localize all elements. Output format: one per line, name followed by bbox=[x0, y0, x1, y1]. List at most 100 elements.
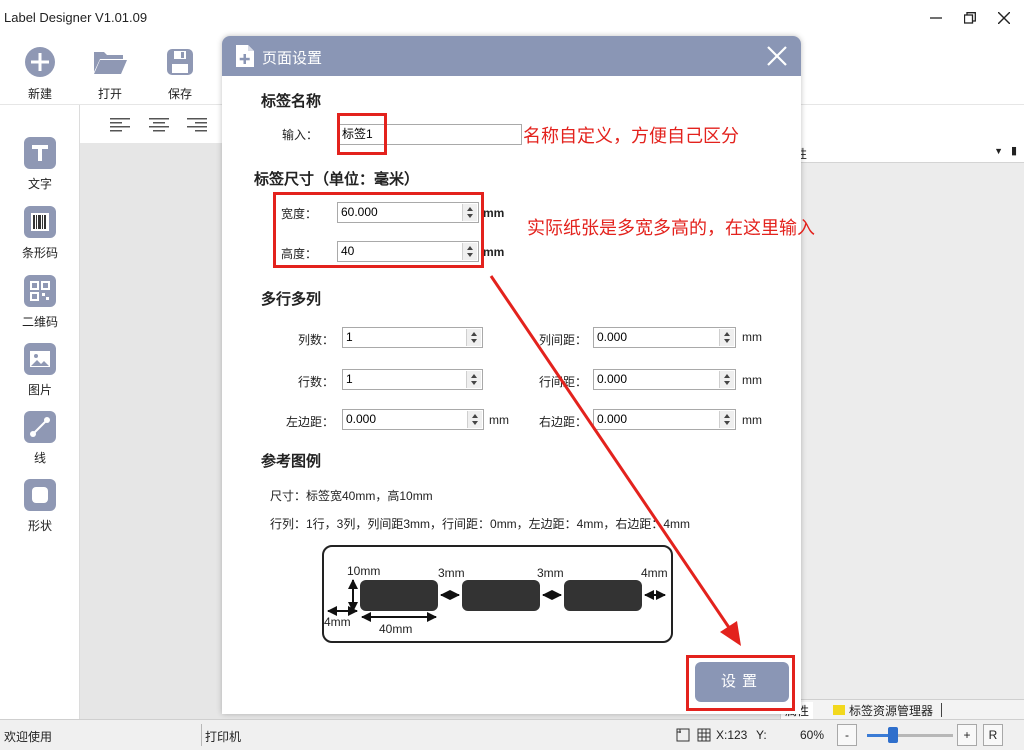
dialog-title: 页面设置 bbox=[262, 50, 323, 67]
dim-10mm: 10mm bbox=[347, 564, 381, 578]
cols-stepper[interactable]: 1 bbox=[342, 327, 483, 348]
plus-icon bbox=[25, 47, 55, 77]
cols-spin-arrows[interactable] bbox=[466, 329, 481, 346]
barcode-tool-button[interactable]: 条形码 bbox=[18, 206, 62, 261]
properties-panel-header: 性 ▼ ▮ bbox=[781, 143, 1024, 163]
right-margin-unit: mm bbox=[742, 413, 762, 427]
title-bar: Label Designer V1.01.09 bbox=[0, 0, 1024, 36]
status-divider bbox=[201, 724, 202, 746]
rows-stepper[interactable]: 1 bbox=[342, 369, 483, 390]
col-gap-unit: mm bbox=[742, 330, 762, 344]
reference-section-title: 参考图例 bbox=[261, 453, 322, 470]
dim-4mm-right: 4mm bbox=[641, 566, 668, 580]
annotation-name-note: 名称自定义，方便自己区分 bbox=[523, 126, 739, 146]
row-gap-value: 0.000 bbox=[597, 372, 628, 386]
col-gap-value: 0.000 bbox=[597, 330, 628, 344]
height-unit: mm bbox=[483, 245, 505, 259]
zoom-slider-thumb[interactable] bbox=[888, 727, 898, 743]
sample-label-2 bbox=[462, 580, 540, 611]
rows-spin-arrows[interactable] bbox=[466, 371, 481, 388]
rows-label: 行数： bbox=[298, 375, 335, 389]
open-button[interactable]: 打开 bbox=[90, 46, 130, 102]
close-icon[interactable] bbox=[765, 44, 789, 68]
properties-panel: 性 ▼ ▮ 属性 标签资源管理器 bbox=[780, 143, 1024, 719]
shape-icon bbox=[24, 479, 56, 511]
grid-icon[interactable] bbox=[697, 728, 711, 742]
dialog-header: 页面设置 bbox=[222, 36, 801, 76]
grid-section-title: 多行多列 bbox=[261, 291, 322, 308]
app-title: Label Designer V1.01.09 bbox=[4, 10, 148, 25]
close-window-button[interactable] bbox=[992, 6, 1016, 30]
sample-label-1 bbox=[360, 580, 438, 611]
image-tool-button[interactable]: 图片 bbox=[18, 343, 62, 398]
resource-tab-icon bbox=[833, 705, 845, 715]
col-gap-stepper[interactable]: 0.000 bbox=[593, 327, 736, 348]
panel-tabs: 属性 标签资源管理器 bbox=[781, 699, 1024, 719]
col-gap-label: 列间距： bbox=[539, 333, 588, 347]
zoom-reset-button[interactable]: R bbox=[983, 724, 1003, 746]
line-tool-label: 线 bbox=[33, 451, 46, 465]
right-margin-stepper[interactable]: 0.000 bbox=[593, 409, 736, 430]
tab-resources[interactable]: 标签资源管理器 bbox=[849, 702, 933, 719]
zoom-out-button[interactable]: - bbox=[837, 724, 857, 746]
left-margin-spin-arrows[interactable] bbox=[467, 411, 482, 428]
name-label: 输入： bbox=[282, 128, 319, 142]
barcode-tool-label: 条形码 bbox=[21, 246, 58, 260]
right-margin-spin-arrows[interactable] bbox=[719, 411, 734, 428]
save-label: 保存 bbox=[167, 87, 192, 101]
left-margin-value: 0.000 bbox=[346, 412, 377, 426]
image-icon bbox=[24, 343, 56, 375]
dim-40mm: 40mm bbox=[379, 622, 413, 636]
close-icon bbox=[998, 12, 1010, 24]
coord-y: Y: bbox=[756, 728, 767, 742]
align-center-icon[interactable] bbox=[149, 117, 169, 133]
cols-label: 列数： bbox=[298, 333, 335, 347]
text-tool-button[interactable]: 文字 bbox=[18, 137, 62, 192]
align-left-icon[interactable] bbox=[110, 117, 130, 133]
dim-3mm-first: 3mm bbox=[438, 566, 465, 580]
qrcode-tool-label: 二维码 bbox=[21, 315, 58, 329]
left-margin-stepper[interactable]: 0.000 bbox=[342, 409, 484, 430]
zoom-percent: 60% bbox=[800, 728, 825, 742]
reference-diagram-drawing bbox=[327, 579, 666, 622]
ruler-icon[interactable] bbox=[676, 728, 690, 742]
text-icon bbox=[24, 137, 56, 169]
element-sidebar: 文字 条形码 二维码 图片 线 形状 bbox=[0, 105, 80, 719]
dim-4mm-left: 4mm bbox=[324, 615, 351, 629]
qrcode-tool-button[interactable]: 二维码 bbox=[18, 275, 62, 330]
restore-icon bbox=[964, 12, 976, 24]
name-section-title: 标签名称 bbox=[261, 93, 322, 110]
text-tool-label: 文字 bbox=[27, 177, 52, 191]
right-margin-label: 右边距： bbox=[539, 415, 588, 429]
panel-dropdown-icon[interactable]: ▼ bbox=[994, 146, 1003, 156]
reference-diagram: 10mm 3mm 3mm 4mm 4mm 40mm bbox=[322, 545, 673, 643]
annotation-box-size bbox=[273, 192, 484, 268]
pin-icon[interactable]: ▮ bbox=[1011, 144, 1017, 157]
qrcode-icon bbox=[24, 275, 56, 307]
dim-3mm-second: 3mm bbox=[537, 566, 564, 580]
right-margin-value: 0.000 bbox=[597, 412, 628, 426]
minimize-button[interactable] bbox=[924, 6, 948, 30]
open-label: 打开 bbox=[97, 87, 122, 101]
reference-layout-text: 行列：1行，3列，列间距3mm，行间距：0mm，左边距：4mm，右边距：4mm bbox=[270, 517, 691, 531]
shape-tool-button[interactable]: 形状 bbox=[18, 479, 62, 534]
zoom-in-button[interactable]: + bbox=[957, 724, 977, 746]
welcome-text: 欢迎使用 bbox=[4, 730, 53, 744]
folder-open-icon bbox=[94, 52, 127, 74]
row-gap-stepper[interactable]: 0.000 bbox=[593, 369, 736, 390]
minimize-icon bbox=[930, 17, 942, 19]
restore-button[interactable] bbox=[958, 6, 982, 30]
left-margin-label: 左边距： bbox=[286, 415, 335, 429]
shape-tool-label: 形状 bbox=[27, 519, 52, 533]
status-bar: 欢迎使用 打印机 X:123 Y: 60% - + R bbox=[0, 719, 1024, 750]
save-button[interactable]: 保存 bbox=[160, 46, 200, 102]
annotation-box-name bbox=[337, 113, 387, 155]
sample-label-3 bbox=[564, 580, 642, 611]
align-right-icon[interactable] bbox=[187, 117, 207, 133]
image-tool-label: 图片 bbox=[27, 383, 52, 397]
line-tool-button[interactable]: 线 bbox=[18, 411, 62, 466]
row-gap-spin-arrows[interactable] bbox=[719, 371, 734, 388]
save-icon bbox=[167, 49, 193, 75]
new-button[interactable]: 新建 bbox=[20, 46, 60, 102]
col-gap-spin-arrows[interactable] bbox=[719, 329, 734, 346]
